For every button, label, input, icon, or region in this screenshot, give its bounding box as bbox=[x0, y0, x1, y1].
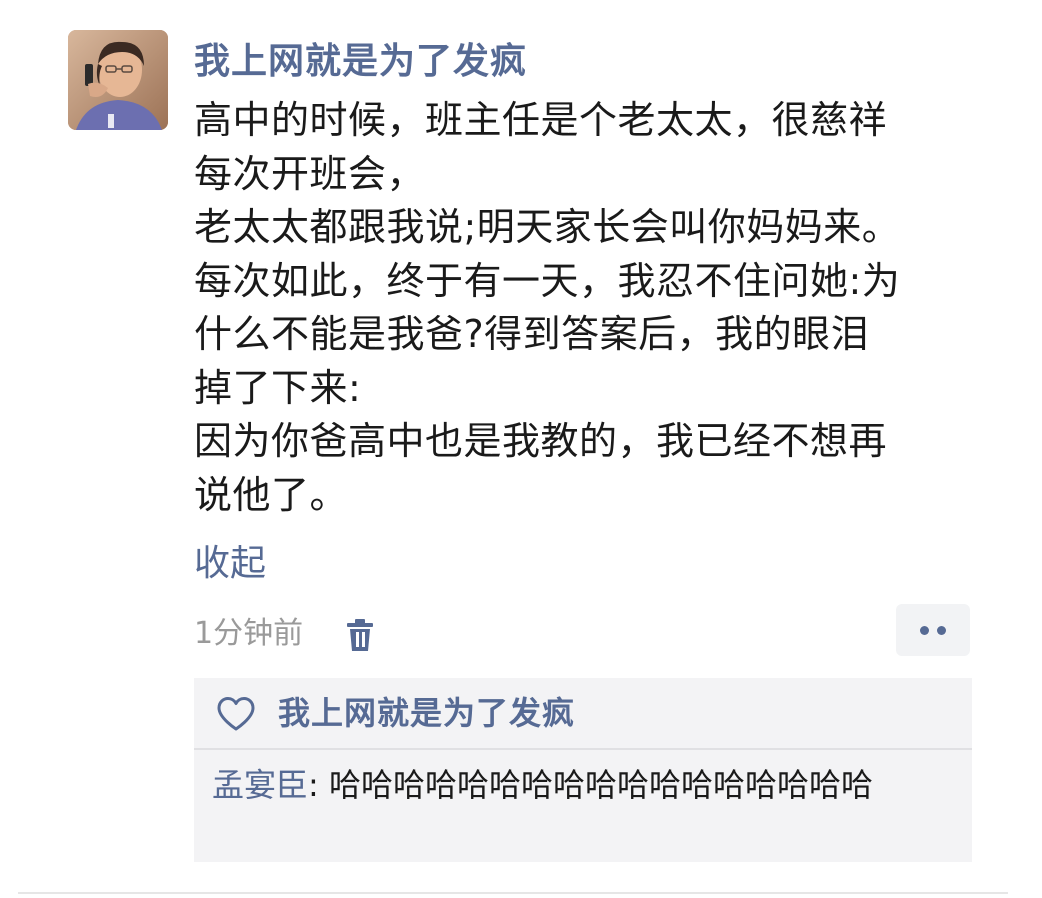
post-content-line: 说他了。 bbox=[194, 472, 349, 517]
avatar[interactable] bbox=[68, 30, 168, 130]
comment-separator: : bbox=[308, 766, 329, 804]
post-content-line: 每次如此，终于有一天，我忍不住问她:为 bbox=[194, 258, 901, 303]
moments-post: 我上网就是为了发疯 高中的时候，班主任是个老太太，很慈祥 每次开班会， 老太太都… bbox=[0, 0, 1042, 898]
post-content-line: 因为你爸高中也是我教的，我已经不想再 bbox=[194, 419, 888, 463]
post-content-line: 高中的时候，班主任是个老太太，很慈祥 bbox=[194, 98, 888, 142]
post-content-line: 什么不能是我爸?得到答案后，我的眼泪 bbox=[194, 312, 870, 356]
collapse-link[interactable]: 收起 bbox=[194, 538, 266, 590]
post-divider bbox=[18, 892, 1008, 894]
likes-row: 我上网就是为了发疯 bbox=[194, 678, 972, 750]
avatar-photo bbox=[68, 30, 168, 130]
more-dot bbox=[920, 626, 929, 635]
post-author-name[interactable]: 我上网就是为了发疯 bbox=[194, 36, 527, 88]
commenter-name[interactable]: 孟宴臣 bbox=[212, 766, 308, 804]
comment-item[interactable]: 孟宴臣: 哈哈哈哈哈哈哈哈哈哈哈哈哈哈哈哈哈 bbox=[212, 764, 968, 806]
trash-icon[interactable] bbox=[344, 618, 376, 652]
post-content: 高中的时候，班主任是个老太太，很慈祥 每次开班会， 老太太都跟我说;明天家长会叫… bbox=[194, 94, 984, 522]
more-dots-icon[interactable] bbox=[896, 604, 970, 656]
post-content-line: 掉了下来: bbox=[194, 365, 362, 410]
comment-text: 哈哈哈哈哈哈哈哈哈哈哈哈哈哈哈哈哈 bbox=[328, 766, 873, 804]
heart-outline-icon bbox=[216, 696, 256, 732]
more-dot bbox=[937, 626, 946, 635]
liker-name[interactable]: 我上网就是为了发疯 bbox=[278, 687, 575, 739]
post-timestamp: 1分钟前 bbox=[194, 616, 304, 651]
post-meta-row: 1分钟前 bbox=[194, 604, 974, 656]
likes-comments-box: 我上网就是为了发疯 孟宴臣: 哈哈哈哈哈哈哈哈哈哈哈哈哈哈哈哈哈 bbox=[194, 678, 972, 862]
post-content-line: 老太太都跟我说;明天家长会叫你妈妈来。 bbox=[194, 205, 901, 249]
post-content-line: 每次开班会， bbox=[194, 151, 426, 196]
